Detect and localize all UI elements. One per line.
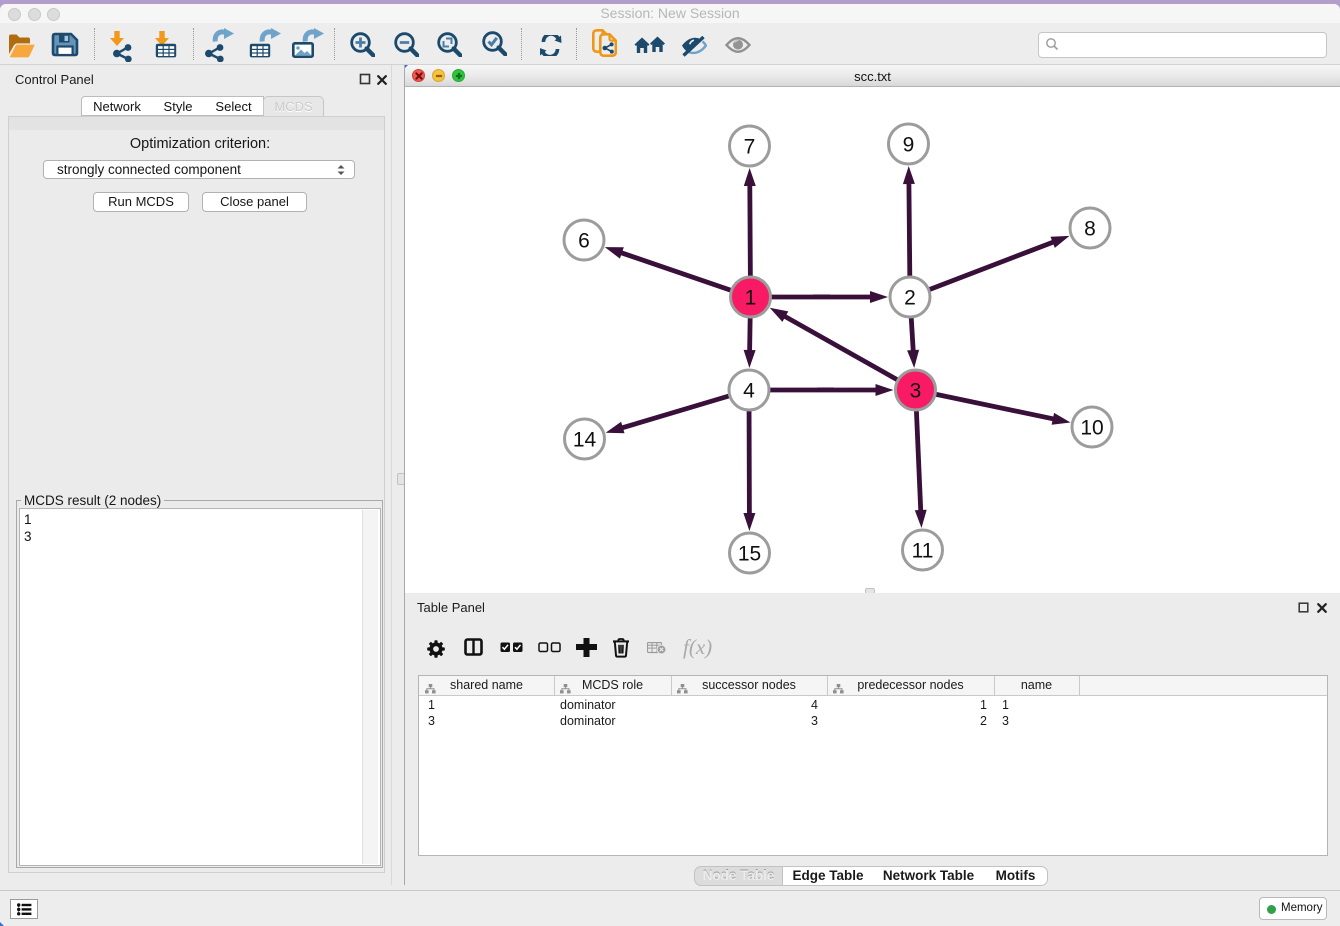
svg-text:15: 15 <box>738 543 761 566</box>
svg-text:4: 4 <box>743 380 755 403</box>
svg-text:14: 14 <box>573 429 597 452</box>
svg-text:10: 10 <box>1080 417 1103 440</box>
svg-text:9: 9 <box>903 134 915 157</box>
svg-text:3: 3 <box>910 380 922 403</box>
svg-text:8: 8 <box>1084 218 1096 241</box>
svg-text:11: 11 <box>912 540 934 563</box>
svg-text:6: 6 <box>578 230 590 253</box>
svg-text:1: 1 <box>745 287 757 310</box>
svg-text:7: 7 <box>744 136 756 159</box>
svg-text:2: 2 <box>904 287 916 310</box>
